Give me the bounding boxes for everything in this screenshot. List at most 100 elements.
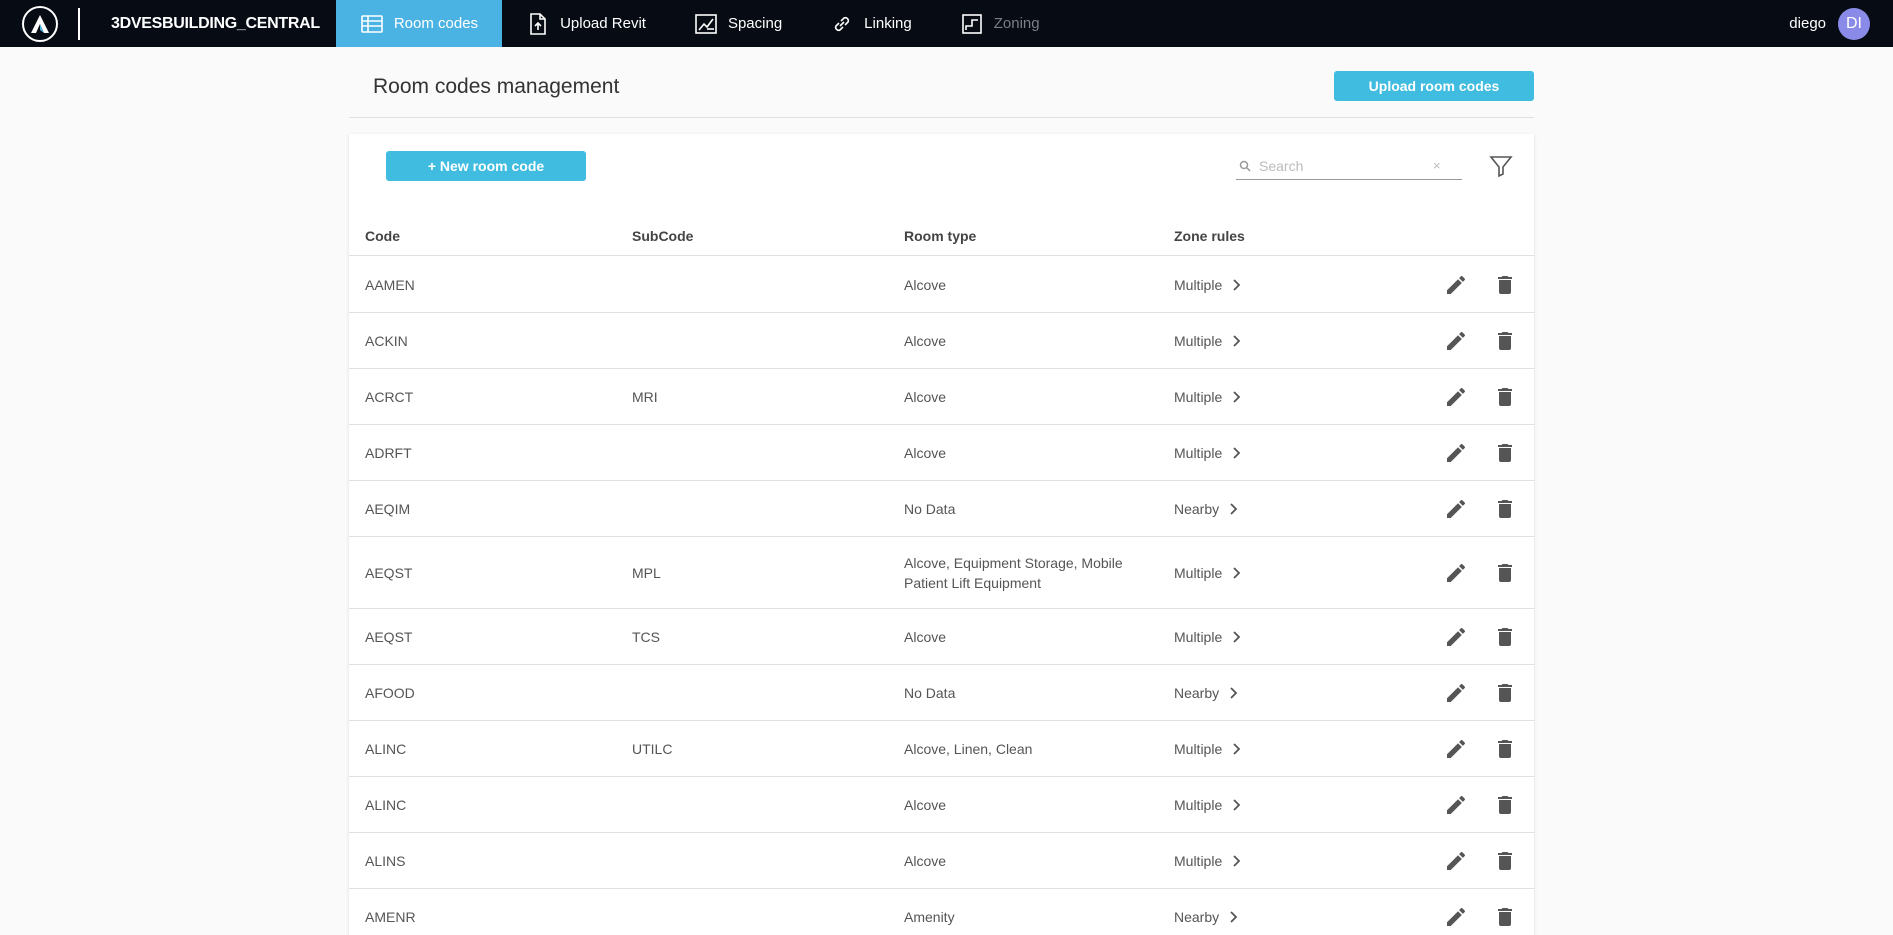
edit-icon[interactable] (1444, 737, 1468, 761)
chevron-right-icon (1233, 566, 1241, 579)
edit-icon[interactable] (1444, 793, 1468, 817)
header-subcode[interactable]: SubCode (632, 216, 693, 256)
zone-rules-link[interactable]: Nearby (1174, 889, 1241, 935)
chevron-right-icon (1230, 502, 1238, 515)
cell-code: AFOOD (365, 684, 415, 701)
delete-icon[interactable] (1493, 849, 1517, 873)
cell-room-type: Alcove, Linen, Clean (904, 740, 1033, 757)
app-logo[interactable] (22, 5, 58, 42)
delete-icon[interactable] (1493, 441, 1517, 465)
spacing-icon (695, 13, 717, 34)
search-box: × (1236, 152, 1462, 180)
chevron-right-icon (1230, 686, 1238, 699)
edit-icon[interactable] (1444, 441, 1468, 465)
top-navigation-bar: 3DVESBUILDING_CENTRAL Room codes Upload … (0, 0, 1893, 47)
table-row: ACRCT MRI Alcove Multiple (349, 369, 1534, 425)
search-input[interactable] (1259, 157, 1429, 174)
chevron-right-icon (1233, 390, 1241, 403)
clear-search-icon[interactable]: × (1433, 158, 1441, 173)
delete-icon[interactable] (1493, 737, 1517, 761)
nav-zoning[interactable]: Zoning (936, 0, 1064, 47)
cell-room-type: Alcove (904, 796, 947, 813)
nav-room-codes[interactable]: Room codes (335, 0, 503, 47)
delete-icon[interactable] (1493, 385, 1517, 409)
zone-rules-link[interactable]: Multiple (1174, 609, 1244, 664)
delete-icon[interactable] (1493, 329, 1517, 353)
delete-icon[interactable] (1493, 497, 1517, 521)
header-room-type[interactable]: Room type (904, 216, 1144, 256)
delete-icon[interactable] (1493, 681, 1517, 705)
edit-icon[interactable] (1444, 681, 1468, 705)
cell-room-type: No Data (904, 684, 956, 701)
delete-icon[interactable] (1493, 793, 1517, 817)
cell-code: ADRFT (365, 444, 412, 461)
main-nav: Room codes Upload Revit Spacing Linking (335, 0, 1064, 47)
cell-room-type: Alcove, Equipment Storage, Mobile Patien… (904, 554, 1123, 591)
chevron-right-icon (1230, 910, 1238, 923)
delete-icon[interactable] (1493, 561, 1517, 585)
zone-rules-link[interactable]: Multiple (1174, 833, 1244, 888)
zone-rules-link[interactable]: Multiple (1174, 537, 1244, 608)
edit-icon[interactable] (1444, 849, 1468, 873)
edit-icon[interactable] (1444, 625, 1468, 649)
room-codes-card: + New room code × Code SubCode Room type… (349, 134, 1534, 935)
nav-upload-revit-label: Upload Revit (560, 15, 646, 32)
nav-linking[interactable]: Linking (806, 0, 936, 47)
zone-rules-link[interactable]: Multiple (1174, 313, 1244, 368)
cell-code: AEQIM (365, 500, 411, 517)
user-menu[interactable]: diego DI (1789, 0, 1870, 47)
zone-rules-link[interactable]: Nearby (1174, 481, 1241, 536)
table-row: AFOOD No Data Nearby (349, 665, 1534, 721)
logo-icon (31, 14, 49, 33)
edit-icon[interactable] (1444, 497, 1468, 521)
table-row: AEQIM No Data Nearby (349, 481, 1534, 537)
edit-icon[interactable] (1444, 385, 1468, 409)
edit-icon[interactable] (1444, 905, 1468, 929)
delete-icon[interactable] (1493, 625, 1517, 649)
upload-room-codes-button[interactable]: Upload room codes (1334, 71, 1534, 101)
edit-icon[interactable] (1444, 329, 1468, 353)
cell-subcode: MPL (632, 564, 661, 581)
zone-rules-link[interactable]: Multiple (1174, 777, 1244, 832)
zone-rules-link[interactable]: Multiple (1174, 369, 1244, 424)
cell-subcode: TCS (632, 628, 660, 645)
page-title: Room codes management (373, 75, 620, 98)
cell-code: ALINC (365, 740, 407, 757)
cell-code: ALINS (365, 852, 406, 869)
zone-rules-link[interactable]: Multiple (1174, 257, 1244, 312)
cell-zone-rules: Multiple (1174, 332, 1223, 349)
chevron-right-icon (1233, 278, 1241, 291)
cell-room-type: Alcove (904, 852, 947, 869)
filter-icon[interactable] (1489, 154, 1513, 178)
edit-icon[interactable] (1444, 561, 1468, 585)
upload-file-icon (530, 12, 546, 35)
cell-code: AMENR (365, 908, 416, 925)
header-code[interactable]: Code (365, 216, 400, 256)
nav-spacing-label: Spacing (727, 15, 783, 32)
table-row: ALINC UTILC Alcove, Linen, Clean Multiple (349, 721, 1534, 777)
delete-icon[interactable] (1493, 273, 1517, 297)
nav-upload-revit[interactable]: Upload Revit (502, 0, 670, 47)
table-row: ADRFT Alcove Multiple (349, 425, 1534, 481)
zone-rules-link[interactable]: Nearby (1174, 665, 1241, 720)
nav-spacing[interactable]: Spacing (670, 0, 806, 47)
cell-zone-rules: Multiple (1174, 852, 1223, 869)
logo-divider (78, 7, 80, 40)
cell-zone-rules: Multiple (1174, 276, 1223, 293)
cell-subcode: MRI (632, 388, 658, 405)
new-room-code-button[interactable]: + New room code (386, 151, 586, 181)
cell-room-type: No Data (904, 500, 956, 517)
edit-icon[interactable] (1444, 273, 1468, 297)
project-name[interactable]: 3DVESBUILDING_CENTRAL (111, 15, 320, 33)
zone-rules-link[interactable]: Multiple (1174, 425, 1244, 480)
avatar[interactable]: DI (1838, 7, 1870, 40)
delete-icon[interactable] (1493, 905, 1517, 929)
cell-zone-rules: Multiple (1174, 628, 1223, 645)
chevron-right-icon (1233, 742, 1241, 755)
cell-code: ACRCT (365, 388, 414, 405)
page-header: Room codes management Upload room codes (349, 60, 1534, 118)
chevron-right-icon (1233, 630, 1241, 643)
header-zone-rules[interactable]: Zone rules (1174, 216, 1245, 256)
zone-rules-link[interactable]: Multiple (1174, 721, 1244, 776)
table-row: ALINC Alcove Multiple (349, 777, 1534, 833)
